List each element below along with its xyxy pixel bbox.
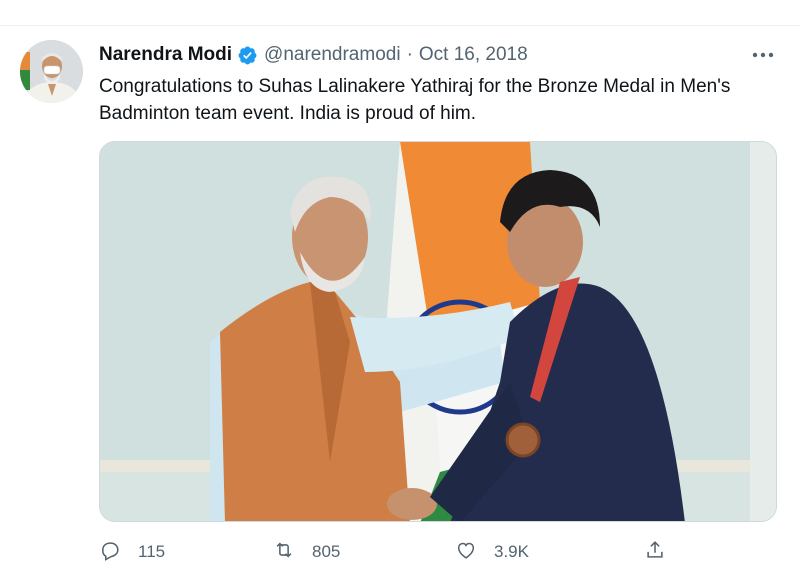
top-divider: [0, 25, 800, 26]
tweet-text: Congratulations to Suhas Lalinakere Yath…: [99, 76, 731, 124]
reply-count: 115: [138, 542, 166, 561]
heart-icon: [455, 539, 477, 566]
author-name[interactable]: Narendra Modi: [99, 44, 232, 66]
header-separator: ·: [406, 44, 413, 65]
like-count: 3.9K: [494, 542, 529, 561]
like-button[interactable]: 3.9K: [455, 537, 529, 567]
action-bar: 115 805 3.9K: [99, 537, 679, 567]
tweet-photo[interactable]: [99, 141, 777, 522]
retweet-count: 805: [312, 542, 341, 561]
retweet-icon: [273, 539, 295, 566]
reply-button[interactable]: 115: [99, 537, 165, 567]
photo-image: [100, 142, 776, 521]
share-icon: [644, 539, 666, 566]
tweet-date[interactable]: Oct 16, 2018: [419, 44, 528, 66]
reply-icon: [99, 539, 121, 566]
author-handle[interactable]: @narendramodi: [264, 44, 401, 66]
retweet-button[interactable]: 805: [273, 537, 340, 567]
avatar[interactable]: [20, 40, 83, 103]
verified-badge-icon: [237, 45, 258, 66]
tweet-header: Narendra Modi @narendramodi · Oct 16, 20…: [99, 42, 528, 68]
avatar-image: [20, 40, 83, 103]
share-button[interactable]: [644, 537, 666, 567]
more-options-icon[interactable]: [746, 43, 780, 67]
